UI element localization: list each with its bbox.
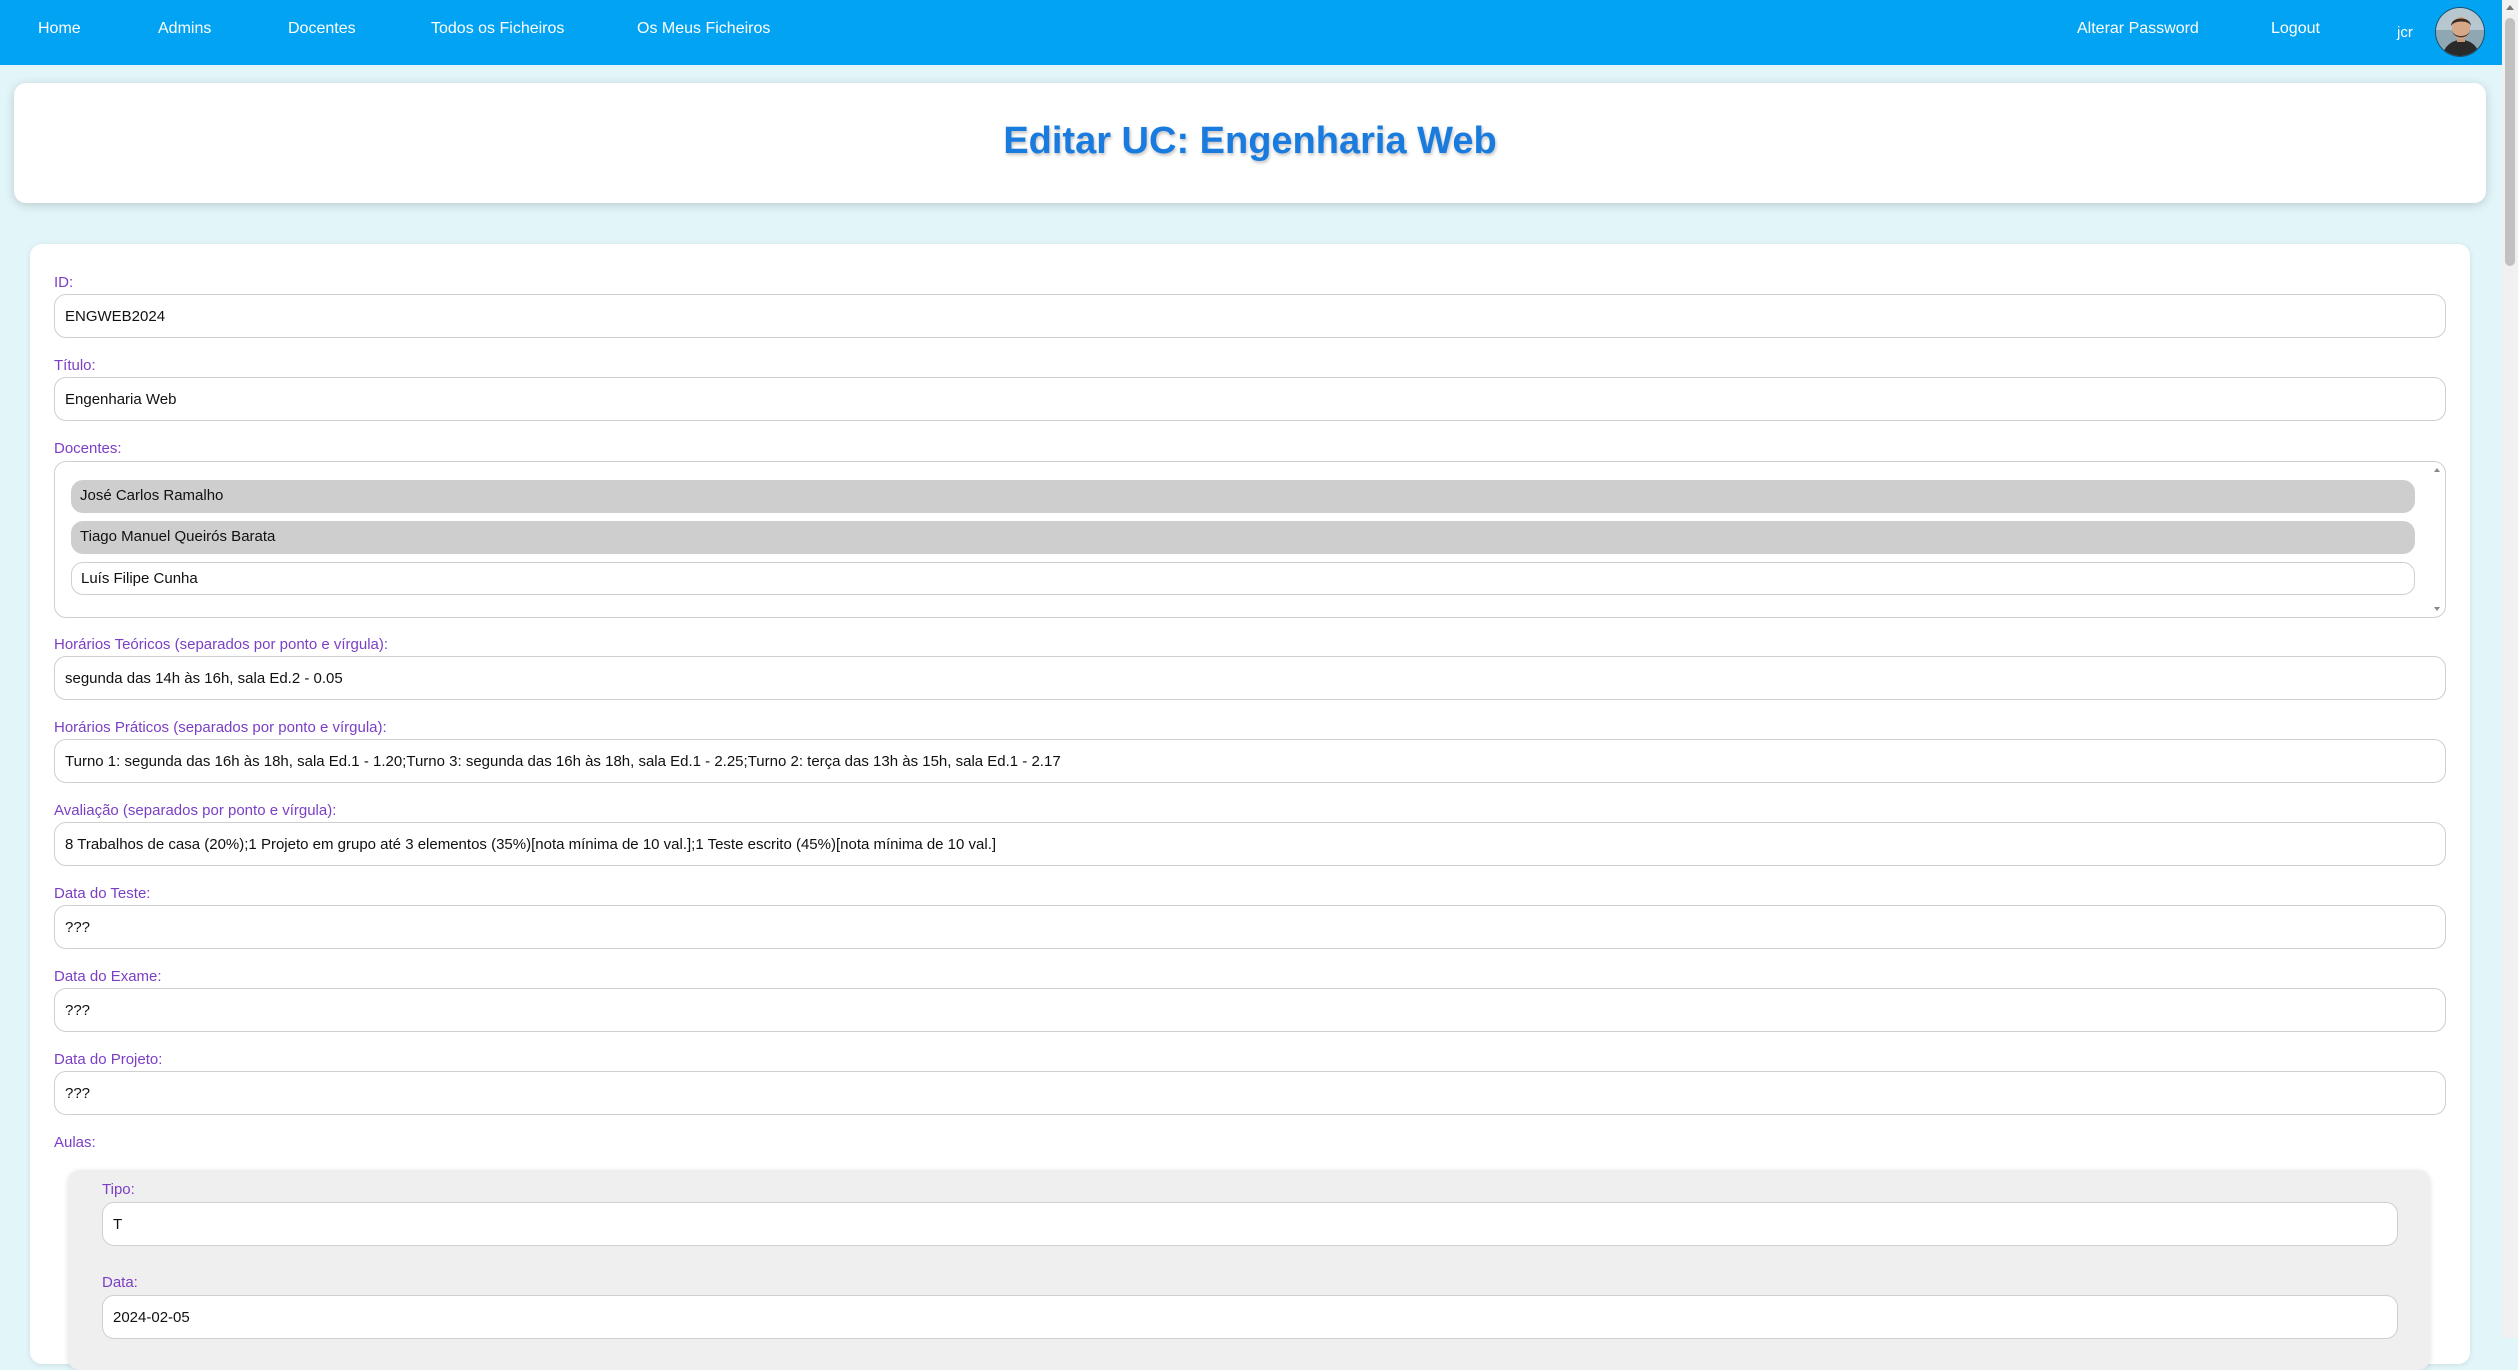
docentes-scrollbar[interactable] xyxy=(2431,464,2443,615)
docente-option[interactable]: Tiago Manuel Queirós Barata xyxy=(71,521,2415,554)
avatar-icon xyxy=(2436,8,2484,56)
titulo-input[interactable] xyxy=(54,377,2446,421)
horarios-praticos-label: Horários Práticos (separados por ponto e… xyxy=(54,719,387,736)
page-title: Editar UC: Engenharia Web xyxy=(1003,120,1497,162)
id-input[interactable] xyxy=(54,294,2446,338)
docente-option[interactable]: José Carlos Ramalho xyxy=(71,480,2415,513)
scroll-up-icon[interactable] xyxy=(2506,5,2514,10)
user-avatar[interactable] xyxy=(2435,7,2485,57)
aulas-label: Aulas: xyxy=(54,1134,96,1151)
data-teste-input[interactable] xyxy=(54,905,2446,949)
data-teste-label: Data do Teste: xyxy=(54,885,151,902)
aula-tipo-label: Tipo: xyxy=(102,1181,135,1198)
aula-tipo-input[interactable] xyxy=(102,1202,2398,1246)
horarios-praticos-input[interactable] xyxy=(54,739,2446,783)
aula-item-card xyxy=(68,1170,2430,1370)
aula-data-label: Data: xyxy=(102,1274,138,1291)
aula-data-input[interactable] xyxy=(102,1295,2398,1339)
username-label: jcr xyxy=(2397,24,2413,41)
docentes-label: Docentes: xyxy=(54,440,122,457)
docentes-multiselect[interactable]: José Carlos Ramalho Tiago Manuel Queirós… xyxy=(54,461,2446,618)
nav-alterar-password-link[interactable]: Alterar Password xyxy=(2077,20,2199,38)
data-projeto-label: Data do Projeto: xyxy=(54,1051,163,1068)
nav-todos-ficheiros-link[interactable]: Todos os Ficheiros xyxy=(431,20,564,38)
nav-home-link[interactable]: Home xyxy=(38,20,81,38)
id-label: ID: xyxy=(54,274,74,291)
avaliacao-label: Avaliação (separados por ponto e vírgula… xyxy=(54,802,337,819)
docente-option[interactable]: Luís Filipe Cunha xyxy=(71,562,2415,595)
horarios-teoricos-input[interactable] xyxy=(54,656,2446,700)
titulo-label: Título: xyxy=(54,357,96,374)
horarios-teoricos-label: Horários Teóricos (separados por ponto e… xyxy=(54,636,389,653)
scrollbar-thumb[interactable] xyxy=(2505,18,2515,266)
scroll-down-icon[interactable] xyxy=(2434,607,2440,611)
nav-docentes-link[interactable]: Docentes xyxy=(288,20,356,38)
nav-meus-ficheiros-link[interactable]: Os Meus Ficheiros xyxy=(637,20,770,38)
nav-admins-link[interactable]: Admins xyxy=(158,20,211,38)
scroll-up-icon[interactable] xyxy=(2434,468,2440,472)
page-scrollbar[interactable] xyxy=(2502,0,2518,1338)
nav-logout-link[interactable]: Logout xyxy=(2271,20,2320,38)
data-exame-input[interactable] xyxy=(54,988,2446,1032)
data-projeto-input[interactable] xyxy=(54,1071,2446,1115)
top-navbar: Home Admins Docentes Todos os Ficheiros … xyxy=(0,0,2502,65)
data-exame-label: Data do Exame: xyxy=(54,968,162,985)
avaliacao-input[interactable] xyxy=(54,822,2446,866)
page-header-card: Editar UC: Engenharia Web xyxy=(14,83,2486,203)
